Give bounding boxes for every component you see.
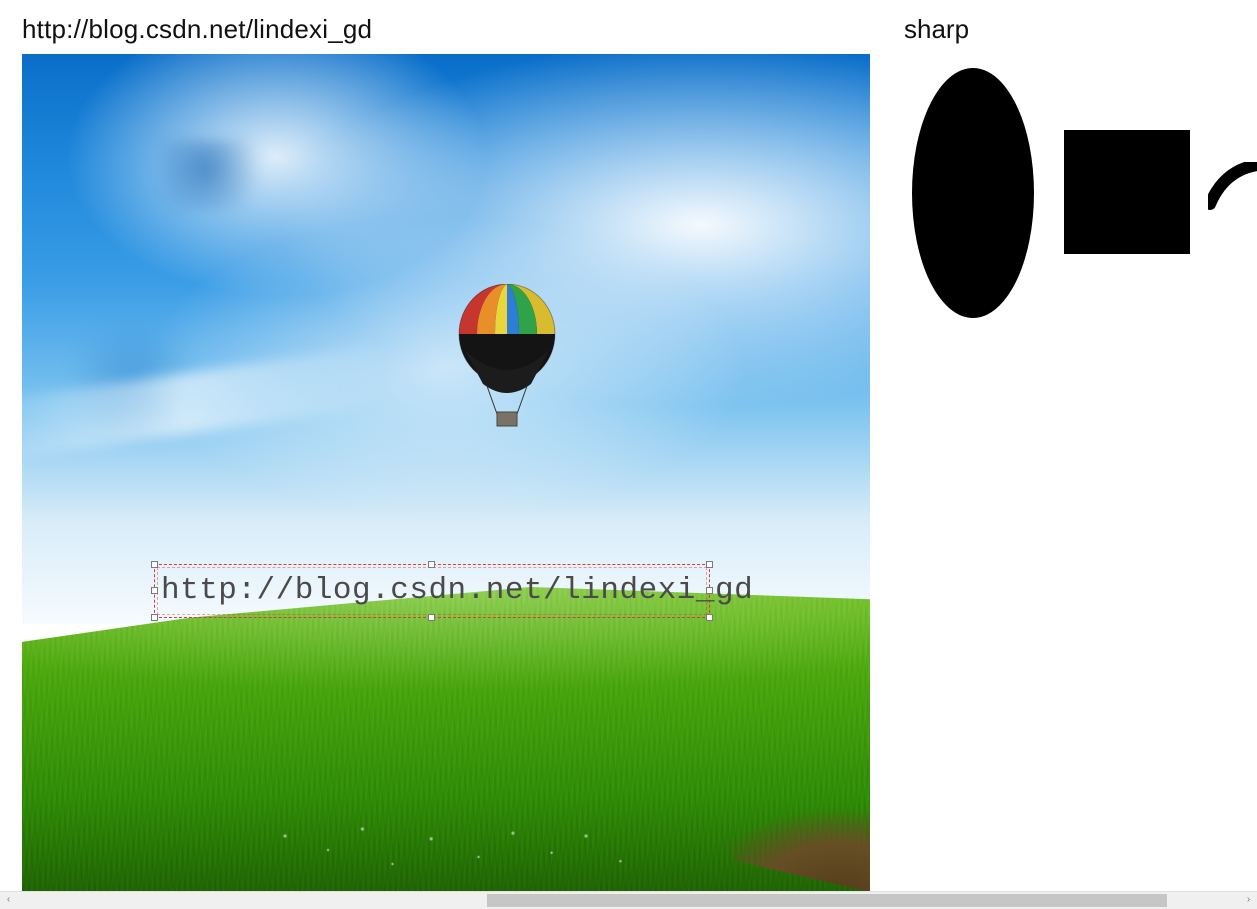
watermark-text[interactable]: http://blog.csdn.net/lindexi_gd	[161, 567, 703, 617]
horizontal-scrollbar[interactable]: ‹ ›	[0, 891, 1257, 909]
ellipse-shape[interactable]	[912, 68, 1034, 318]
resize-handle-bottom-right[interactable]	[706, 614, 713, 621]
resize-handle-bottom[interactable]	[428, 614, 435, 621]
hot-air-balloon-icon	[457, 284, 557, 464]
resize-handle-top-left[interactable]	[151, 561, 158, 568]
shapes-panel	[904, 54, 1257, 892]
flowers	[242, 752, 672, 892]
scrollbar-track[interactable]	[17, 892, 1240, 909]
resize-handle-bottom-left[interactable]	[151, 614, 158, 621]
watermark-textbox[interactable]: http://blog.csdn.net/lindexi_gd	[154, 564, 710, 618]
page-title: http://blog.csdn.net/lindexi_gd	[22, 14, 372, 45]
shapes-panel-title: sharp	[904, 14, 969, 45]
resize-handle-top[interactable]	[428, 561, 435, 568]
curve-shape[interactable]	[1208, 162, 1257, 242]
scroll-left-button[interactable]: ‹	[0, 892, 17, 909]
resize-handle-right[interactable]	[706, 587, 713, 594]
sky-cloud	[162, 140, 272, 210]
resize-handle-left[interactable]	[151, 587, 158, 594]
resize-handle-top-right[interactable]	[706, 561, 713, 568]
image-canvas[interactable]: http://blog.csdn.net/lindexi_gd	[22, 54, 870, 892]
scrollbar-thumb[interactable]	[487, 894, 1167, 907]
rectangle-shape[interactable]	[1064, 130, 1190, 254]
scroll-right-button[interactable]: ›	[1240, 892, 1257, 909]
